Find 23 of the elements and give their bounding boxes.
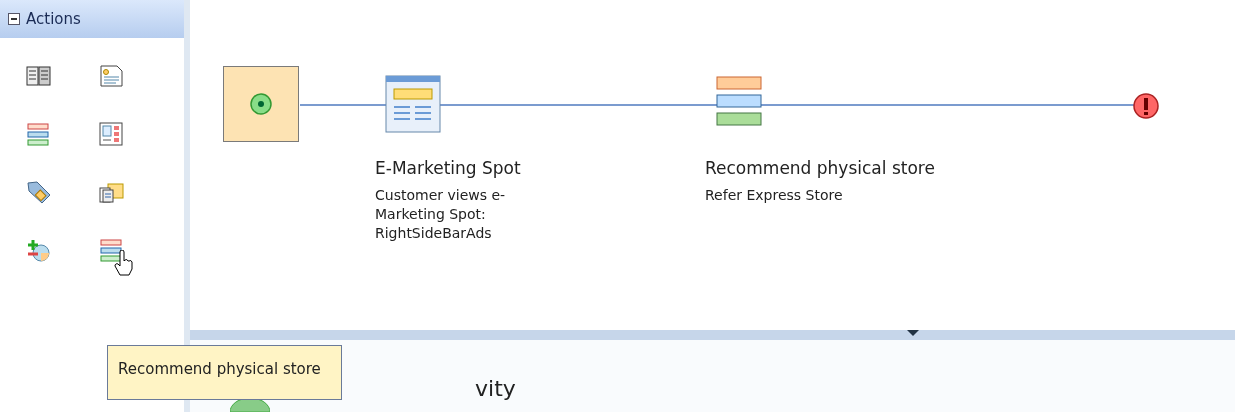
panel-icon (99, 122, 123, 146)
end-icon[interactable] (1132, 92, 1160, 120)
node-title: E-Marketing Spot (375, 157, 521, 180)
node-description: Customer views e-Marketing Spot: RightSideBarAds (375, 186, 507, 243)
status-icon (230, 398, 270, 412)
document-icon (98, 64, 124, 88)
collapse-toggle[interactable] (8, 13, 20, 25)
node-title: Recommend physical store (705, 157, 935, 180)
stack-icon (26, 122, 50, 146)
tag-icon (25, 179, 51, 205)
collapse-arrow-icon[interactable] (906, 330, 919, 336)
panel-title: Actions (26, 8, 81, 30)
tooltip: Recommend physical store (107, 345, 342, 400)
stack-icon (99, 238, 123, 262)
folders-icon (98, 180, 124, 204)
hand-cursor-icon (113, 250, 133, 276)
section-title: vity (475, 375, 516, 403)
start-node[interactable] (223, 66, 299, 142)
web-page-icon[interactable] (385, 75, 441, 133)
book-icon (25, 65, 51, 87)
add-remove-icon (25, 237, 51, 263)
start-icon (250, 93, 272, 115)
node-description: Refer Express Store (705, 186, 844, 205)
